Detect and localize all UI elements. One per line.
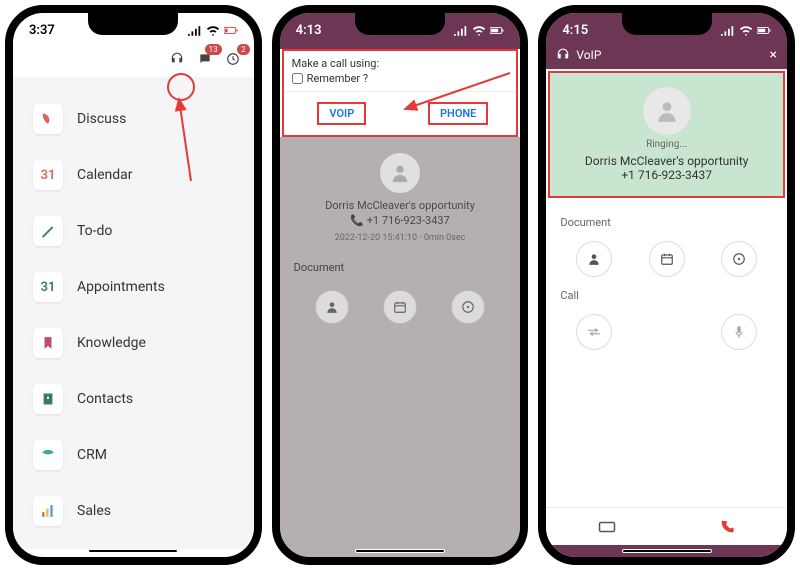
transfer-button[interactable]: [576, 314, 612, 350]
document-section-label: Document: [558, 208, 775, 237]
avatar-icon: [643, 87, 691, 135]
notch: [88, 13, 178, 35]
phone-2: 4:13 Make a call using: Remember ? VOIP …: [272, 5, 529, 565]
menu-label: Calendar: [77, 167, 133, 183]
status-icons: [454, 25, 504, 36]
document-actions: [558, 237, 775, 281]
status-icons: [721, 25, 771, 36]
status-icons: [188, 25, 238, 36]
menu-label: Sales: [77, 503, 111, 519]
call-card-dimmed: Dorris McCleaver's opportunity 📞 +1 716-…: [280, 137, 521, 253]
messages-badge: 13: [205, 44, 222, 55]
close-button[interactable]: ×: [770, 47, 777, 63]
call-timestamp: 2022-12-20 15:41:10 · 0min 0sec: [280, 233, 521, 243]
header-actions: 13 2: [13, 41, 254, 77]
signal-icon: [188, 25, 202, 36]
contact-button[interactable]: [576, 241, 612, 277]
home-indicator: [88, 549, 178, 553]
call-actions: [558, 310, 775, 354]
status-time: 4:15: [562, 23, 588, 38]
activity-badge: 2: [237, 44, 250, 55]
voip-icon-button[interactable]: [166, 48, 188, 70]
info-button[interactable]: [721, 241, 757, 277]
wifi-icon: [206, 25, 220, 36]
avatar-icon: [380, 153, 420, 193]
menu-item-sales[interactable]: Sales: [13, 483, 254, 539]
status-time: 3:37: [29, 23, 55, 38]
active-call-card: Ringing... Dorris McCleaver's opportunit…: [548, 71, 785, 198]
appointments-icon: 31: [33, 272, 63, 302]
notch: [622, 13, 712, 35]
document-actions: [280, 282, 521, 332]
phone-3: 4:15 VoIP × Ringing... Dorris McCleaver'…: [538, 5, 795, 565]
header-strip: [280, 41, 521, 49]
info-button[interactable]: [451, 290, 485, 324]
mute-button[interactable]: [721, 314, 757, 350]
menu-label: Appointments: [77, 279, 165, 295]
knowledge-icon: [33, 328, 63, 358]
messages-button[interactable]: 13: [194, 48, 216, 70]
voip-button[interactable]: VOIP: [284, 92, 400, 135]
crm-icon: [33, 440, 63, 470]
menu-label: To-do: [77, 223, 112, 239]
activity-button[interactable]: 2: [222, 48, 244, 70]
menu-item-appointments[interactable]: 31 Appointments: [13, 259, 254, 315]
clock-icon: [226, 52, 240, 66]
menu-item-calendar[interactable]: 31 Calendar: [13, 147, 254, 203]
menu-label: Discuss: [77, 111, 126, 127]
dimmed-background: Dorris McCleaver's opportunity 📞 +1 716-…: [280, 137, 521, 565]
phone-headset-icon: [170, 52, 184, 66]
opportunity-name: Dorris McCleaver's opportunity: [280, 199, 521, 212]
phone-number-row: 📞 +1 716-923-3437: [280, 214, 521, 227]
call-bottom-bar: [546, 507, 787, 545]
sales-icon: [33, 496, 63, 526]
menu-label: Knowledge: [77, 335, 146, 351]
menu-item-knowledge[interactable]: Knowledge: [13, 315, 254, 371]
menu-label: CRM: [77, 447, 107, 463]
battery-low-icon: [224, 25, 238, 36]
status-time: 4:13: [296, 23, 322, 38]
contact-button[interactable]: [315, 290, 349, 324]
phone-1: 3:37 13 2 Discuss 31 Calendar: [5, 5, 262, 565]
home-indicator: [622, 549, 712, 553]
discuss-icon: [33, 104, 63, 134]
schedule-button[interactable]: [649, 241, 685, 277]
call-body: Document Call: [546, 200, 787, 362]
call-section-label: Call: [558, 281, 775, 310]
hangup-button[interactable]: [667, 508, 787, 545]
voip-title: VoIP: [576, 48, 601, 62]
annotation-arrow: [400, 71, 520, 121]
document-section-label: Document: [280, 253, 521, 282]
opportunity-name: Dorris McCleaver's opportunity: [550, 154, 783, 168]
keypad-button[interactable]: [546, 508, 666, 545]
notch: [355, 13, 445, 35]
menu-item-crm[interactable]: CRM: [13, 427, 254, 483]
schedule-button[interactable]: [383, 290, 417, 324]
app-menu[interactable]: Discuss 31 Calendar To-do 31 Appointment…: [13, 77, 254, 549]
phone-headset-icon: [556, 48, 570, 62]
todo-icon: [33, 216, 63, 246]
calendar-icon: 31: [33, 160, 63, 190]
menu-item-contacts[interactable]: Contacts: [13, 371, 254, 427]
remember-label: Remember ?: [307, 72, 368, 85]
call-status: Ringing...: [550, 139, 783, 150]
menu-item-discuss[interactable]: Discuss: [13, 91, 254, 147]
voip-header: VoIP ×: [546, 41, 787, 69]
menu-label: Contacts: [77, 391, 133, 407]
menu-item-todo[interactable]: To-do: [13, 203, 254, 259]
home-indicator: [355, 549, 445, 553]
contacts-icon: [33, 384, 63, 414]
dialog-title: Make a call using:: [284, 51, 517, 72]
remember-checkbox[interactable]: [292, 73, 303, 84]
phone-number: +1 716-923-3437: [550, 168, 783, 182]
